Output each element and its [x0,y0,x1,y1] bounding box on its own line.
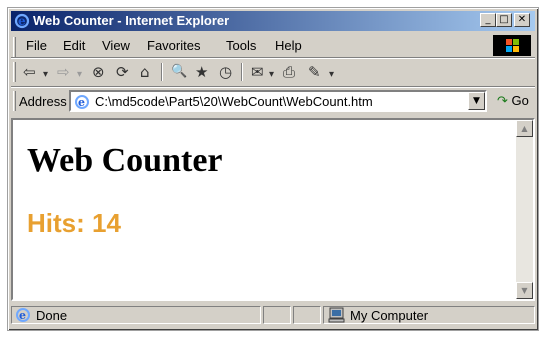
status-page-icon: e [16,308,30,322]
address-grip[interactable] [13,91,16,111]
home-icon[interactable]: ⌂ [140,63,150,81]
back-icon[interactable]: ⇦ [23,63,36,81]
go-label: Go [511,93,529,108]
menu-grip[interactable] [13,37,16,57]
back-dropdown-icon[interactable]: ▾ [43,66,48,84]
computer-icon [328,307,345,323]
page-icon: e [75,95,89,109]
page-heading: Web Counter [27,142,223,179]
scroll-down-button[interactable]: ▼ [516,282,533,299]
minimize-button[interactable]: _ [480,13,496,27]
favorites-icon[interactable]: ★ [195,63,208,81]
address-bar: Address e C:\md5code\Part5\20\WebCount\W… [11,88,535,114]
menu-favorites[interactable]: Favorites [147,38,200,53]
hit-counter: Hits: 14 [27,208,121,238]
forward-icon: ⇨ [57,63,70,81]
forward-dropdown-icon: ▾ [77,69,83,80]
toolbar-grip[interactable] [13,62,16,82]
address-input[interactable]: e C:\md5code\Part5\20\WebCount\WebCount.… [69,90,487,112]
address-dropdown-button[interactable]: ▼ [468,92,485,110]
edit-icon[interactable]: ✎ [308,63,321,81]
toolbar-separator [161,63,163,81]
address-label: Address [19,94,67,109]
status-zone-pane: My Computer [323,306,535,324]
window-title: Web Counter - Internet Explorer [33,13,230,28]
status-pane [263,306,291,324]
close-button[interactable]: ✕ [514,13,530,27]
print-icon[interactable]: ⎙ [283,63,295,81]
title-bar[interactable]: e Web Counter - Internet Explorer _ □ ✕ [11,11,535,31]
svg-text:e: e [78,96,85,109]
menu-help[interactable]: Help [275,38,302,53]
maximize-button[interactable]: □ [496,13,512,27]
menu-bar: File Edit View Favorites Tools Help [11,34,535,57]
status-pane [293,306,321,324]
stop-icon[interactable]: ⊗ [92,63,105,81]
browser-window: e Web Counter - Internet Explorer _ □ ✕ … [7,7,539,331]
windows-logo-icon [493,35,531,56]
search-icon[interactable]: 🔍 [171,63,187,81]
standard-toolbar: ⇦ ▾ ⇨ ▾ ⊗ ⟳ ⌂ 🔍 ★ ◷ ✉ ▾ ⎙ ✎ ▾ [11,59,535,85]
status-text: Done [36,308,68,323]
scroll-up-button[interactable]: ▲ [516,120,533,137]
status-bar: e Done My Computer [11,304,535,326]
refresh-icon[interactable]: ⟳ [116,63,129,81]
page-content: Web Counter Hits: 14 ▲ ▼ [11,118,535,301]
mail-icon[interactable]: ✉ [251,63,264,81]
ie-logo-icon: e [14,13,30,29]
svg-text:e: e [19,309,26,322]
vertical-scrollbar[interactable]: ▲ ▼ [516,120,533,299]
history-icon[interactable]: ◷ [219,63,232,81]
go-arrow-icon: ↷ [497,93,508,108]
menu-tools[interactable]: Tools [226,38,256,53]
edit-dropdown-icon[interactable]: ▾ [329,66,334,84]
menu-edit[interactable]: Edit [63,38,85,53]
status-main-pane: e Done [11,306,261,324]
svg-text:e: e [18,14,26,28]
go-button[interactable]: ↷ Go [497,93,529,109]
menu-file[interactable]: File [26,38,47,53]
mail-dropdown-icon[interactable]: ▾ [269,66,274,84]
menu-view[interactable]: View [102,38,130,53]
zone-text: My Computer [350,308,429,323]
address-value: C:\md5code\Part5\20\WebCount\WebCount.ht… [95,94,373,109]
toolbar-separator [241,63,243,81]
